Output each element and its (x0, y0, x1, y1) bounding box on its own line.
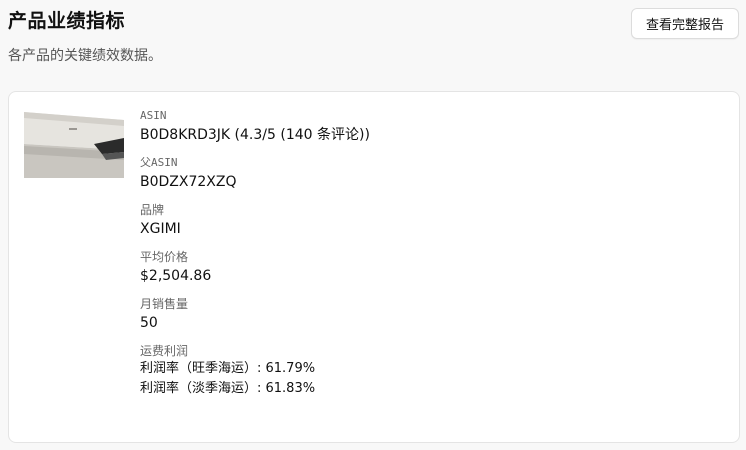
asin-field: ASIN B0D8KRD3JK (4.3/5 (140 条评论)) (140, 108, 370, 146)
brand-field: 品牌 XGIMI (140, 202, 370, 240)
parent-asin-field: 父ASIN B0DZX72XZQ (140, 155, 370, 193)
page-title: 产品业绩指标 (8, 10, 126, 32)
avg-price-value: $2,504.86 (140, 268, 212, 284)
product-thumbnail[interactable] (24, 108, 124, 178)
monthly-sales-label: 月销售量 (140, 297, 189, 311)
avg-price-field: 平均价格 $2,504.86 (140, 249, 370, 287)
parent-asin-label: 父ASIN (140, 156, 178, 169)
profit-peak-season: 利润率（旺季海运）: 61.79% (140, 361, 316, 376)
shipping-profit-field: 运费利润 利润率（旺季海运）: 61.79% 利润率（淡季海运）: 61.83% (140, 343, 370, 399)
product-details: ASIN B0D8KRD3JK (4.3/5 (140 条评论)) 父ASIN … (140, 108, 370, 408)
asin-value: B0D8KRD3JK (4.3/5 (140 条评论)) (140, 127, 370, 143)
asin-label: ASIN (140, 109, 167, 122)
avg-price-label: 平均价格 (140, 250, 189, 264)
view-full-report-button[interactable]: 查看完整报告 (631, 8, 739, 39)
page-subtitle: 各产品的关键绩效数据。 (8, 48, 162, 64)
product-card: ASIN B0D8KRD3JK (4.3/5 (140 条评论)) 父ASIN … (8, 91, 740, 443)
parent-asin-value: B0DZX72XZQ (140, 174, 237, 190)
soundbar-image-icon (24, 108, 124, 178)
monthly-sales-field: 月销售量 50 (140, 296, 370, 334)
brand-value: XGIMI (140, 221, 181, 237)
profit-off-season: 利润率（淡季海运）: 61.83% (140, 381, 316, 396)
brand-label: 品牌 (140, 203, 165, 217)
shipping-profit-label: 运费利润 (140, 344, 189, 358)
monthly-sales-value: 50 (140, 315, 158, 331)
